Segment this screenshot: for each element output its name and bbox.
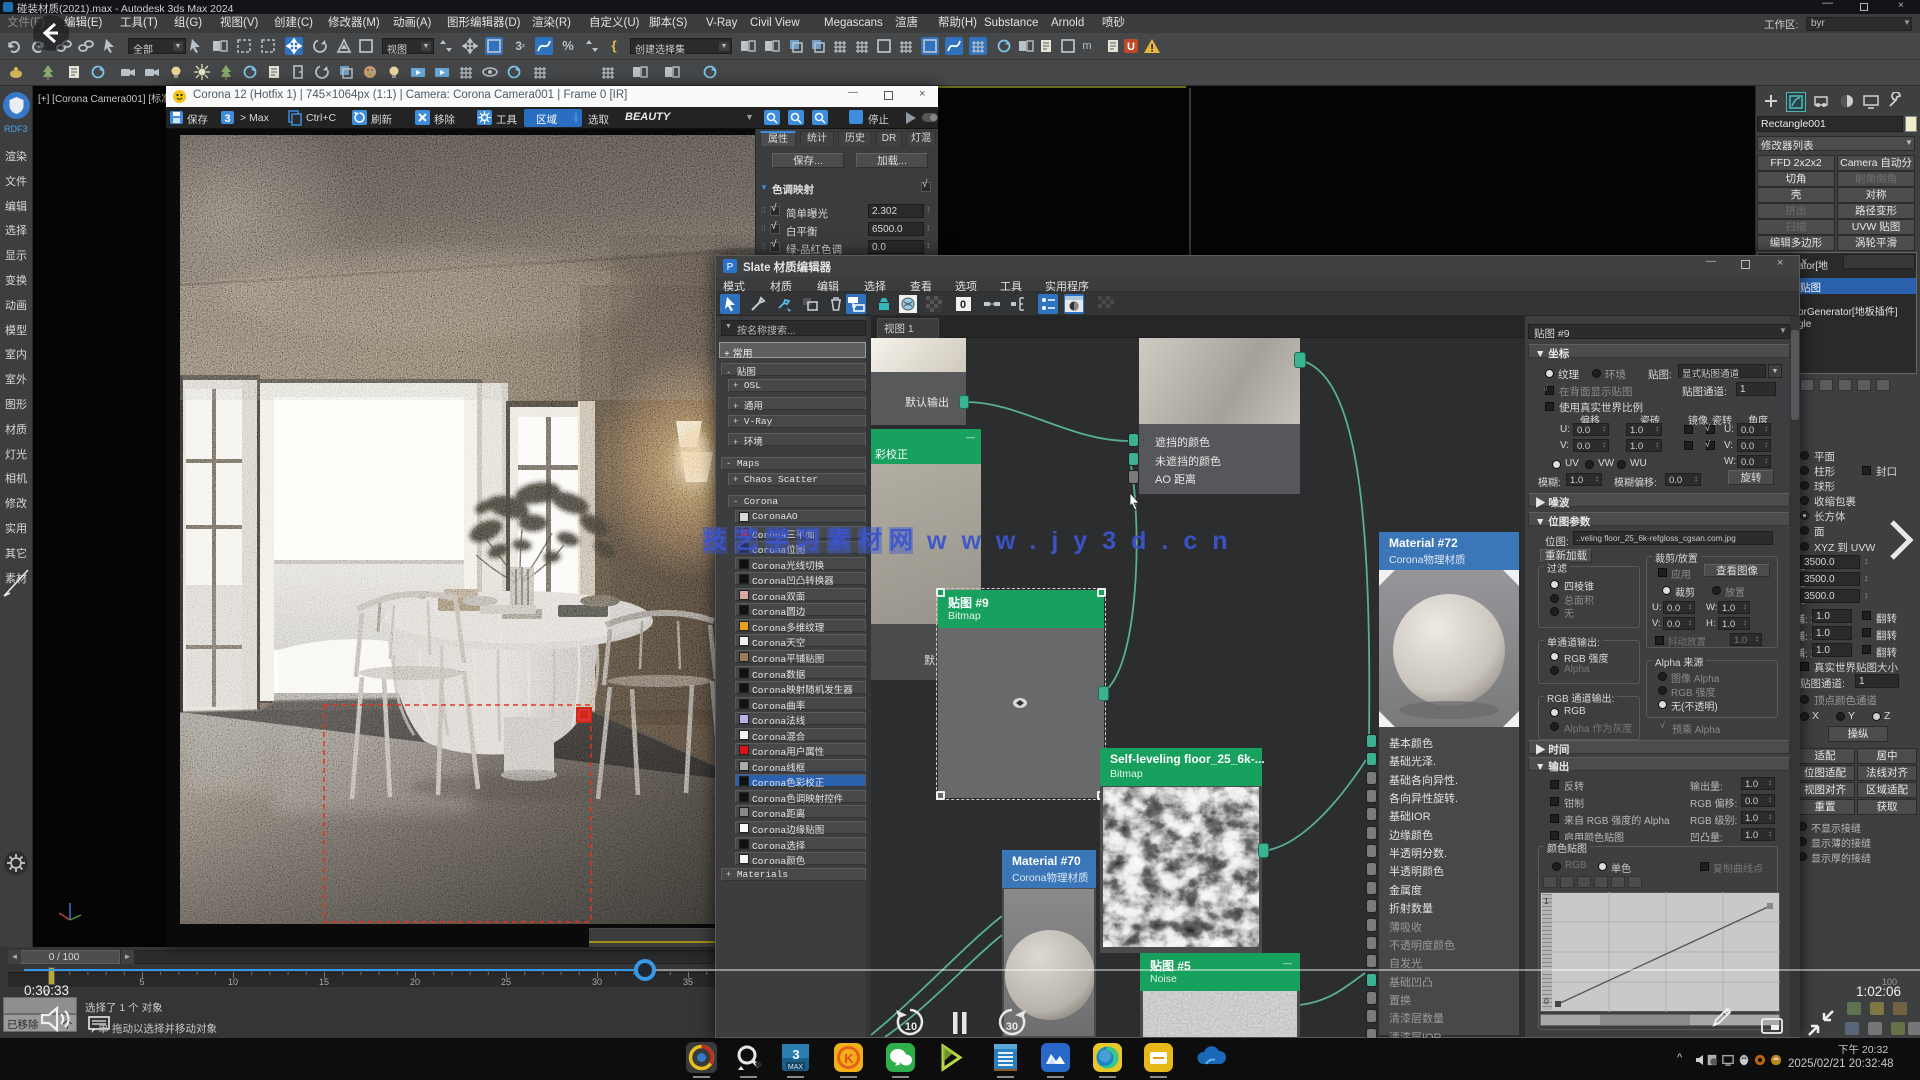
svg-text:MAX: MAX bbox=[788, 1064, 804, 1071]
svg-text:30: 30 bbox=[1006, 1021, 1018, 1033]
svg-text:15: 15 bbox=[319, 977, 329, 987]
svg-text:35: 35 bbox=[683, 977, 693, 987]
svg-text:20: 20 bbox=[410, 977, 420, 987]
svg-text:3: 3 bbox=[224, 113, 230, 125]
svg-text:K: K bbox=[844, 1051, 854, 1066]
svg-text:5: 5 bbox=[139, 977, 144, 987]
svg-text:U: U bbox=[1127, 41, 1135, 53]
svg-text:3: 3 bbox=[792, 1047, 799, 1062]
svg-text:30: 30 bbox=[592, 977, 602, 987]
svg-text:10: 10 bbox=[905, 1021, 917, 1033]
svg-text:P: P bbox=[727, 262, 734, 273]
svg-text:10: 10 bbox=[228, 977, 238, 987]
svg-text:25: 25 bbox=[501, 977, 511, 987]
svg-text:0: 0 bbox=[960, 299, 966, 311]
